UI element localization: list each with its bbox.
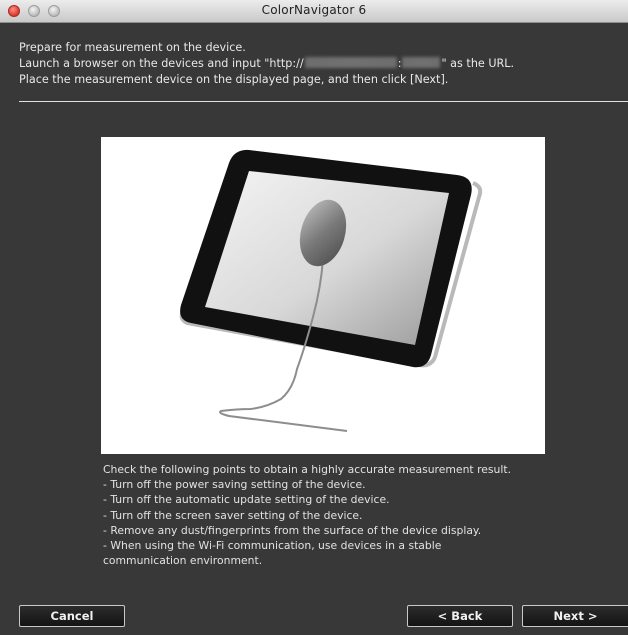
instruction-line-2-prefix: Launch a browser on the devices and inpu… xyxy=(19,57,304,70)
instruction-line-1: Prepare for measurement on the device. xyxy=(19,41,246,54)
tablet-sensor-icon xyxy=(179,149,483,432)
instructions: Prepare for measurement on the device. L… xyxy=(19,40,609,88)
checklist-heading: Check the following points to obtain a h… xyxy=(103,463,512,476)
checklist-item: communication environment. xyxy=(103,554,263,568)
checklist-item: - Turn off the screen saver setting of t… xyxy=(103,508,363,522)
back-button[interactable]: < Back xyxy=(407,605,513,627)
checklist-item: - When using the Wi-Fi communication, us… xyxy=(103,539,442,553)
checklist-item: - Turn off the power saving setting of t… xyxy=(103,478,366,492)
checklist-item: - Turn off the automatic update setting … xyxy=(103,493,390,507)
colornavigator-window: ColorNavigator 6 Prepare for measurement… xyxy=(0,0,628,635)
measurement-checklist: Check the following points to obtain a h… xyxy=(103,462,623,568)
cancel-button[interactable]: Cancel xyxy=(19,605,125,627)
next-button[interactable]: Next > xyxy=(522,605,628,627)
window-title: ColorNavigator 6 xyxy=(261,3,367,17)
measurement-illustration xyxy=(101,137,545,454)
instruction-line-2: Launch a browser on the devices and inpu… xyxy=(19,56,609,72)
title-bar[interactable]: ColorNavigator 6 xyxy=(0,0,628,23)
checklist-item: - Remove any dust/fingerprints from the … xyxy=(103,523,482,537)
instruction-line-3: Place the measurement device on the disp… xyxy=(19,73,449,86)
redacted-port xyxy=(402,57,441,68)
separator xyxy=(19,101,628,102)
redacted-ip-address xyxy=(304,57,397,68)
instruction-line-2-suffix: " as the URL. xyxy=(441,57,515,70)
instruction-line-2-colon: : xyxy=(397,57,402,70)
